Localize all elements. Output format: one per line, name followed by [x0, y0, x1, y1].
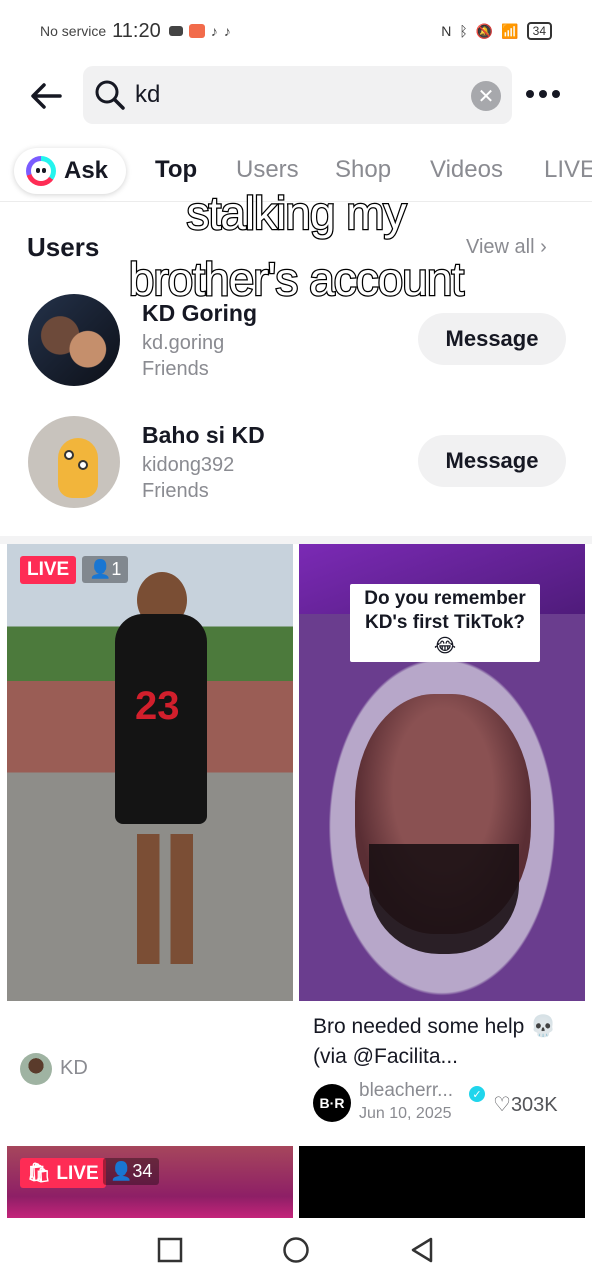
avatar[interactable]: [28, 416, 120, 508]
user-row[interactable]: Baho si KD kidong392 Friends Message: [0, 412, 592, 512]
overlay-caption-line-2: brother's account: [128, 252, 466, 307]
tab-top[interactable]: Top: [155, 156, 197, 184]
video-overlay-text: Do you remember KD's first TikTok? 😂: [350, 584, 540, 662]
status-bar: No service 11:20 ♪ ♪ N ᛒ 🔕 📶 34: [0, 0, 592, 62]
video-card-live-thumbnail[interactable]: 🛍 LIVE 👤34: [7, 1146, 293, 1218]
recents-square-icon[interactable]: [156, 1236, 184, 1264]
tab-videos[interactable]: Videos: [430, 156, 503, 184]
clock: 11:20: [112, 19, 161, 42]
tab-live[interactable]: LIVE: [544, 156, 592, 184]
tab-ask-label: Ask: [64, 157, 109, 184]
bluetooth-icon: ᛒ: [459, 23, 468, 39]
user-handle: kidong392: [142, 454, 235, 476]
tab-users[interactable]: Users: [236, 156, 299, 184]
close-circle-icon[interactable]: ✕: [471, 81, 501, 111]
video-description[interactable]: Bro needed some help 💀 (via @Facilita...: [313, 1012, 573, 1072]
message-button[interactable]: Message: [418, 313, 566, 365]
arrow-left-icon[interactable]: [26, 76, 66, 116]
message-button[interactable]: Message: [418, 435, 566, 487]
video-card-thumbnail[interactable]: Do you remember KD's first TikTok? 😂: [299, 544, 585, 1001]
home-circle-icon[interactable]: [282, 1236, 310, 1264]
carrier-text: No service: [40, 23, 107, 39]
tab-shop[interactable]: Shop: [335, 156, 391, 184]
search-input[interactable]: [135, 81, 455, 109]
heart-icon: ♡: [493, 1094, 511, 1116]
viewer-count: 1: [111, 559, 122, 579]
search-bar[interactable]: ✕: [83, 66, 512, 124]
search-icon: [95, 80, 125, 110]
battery-icon: 34: [526, 22, 552, 40]
user-handle: kd.goring: [142, 332, 225, 354]
live-label: LIVE: [56, 1163, 99, 1184]
app-notification-icon: [188, 24, 205, 38]
user-relation: Friends: [142, 358, 209, 380]
viewer-count-badge: 👤34: [103, 1158, 160, 1185]
video-icon: [168, 26, 183, 36]
viewer-count-badge: 👤1: [82, 556, 129, 583]
avatar[interactable]: [28, 294, 120, 386]
mute-icon: 🔕: [475, 22, 494, 39]
video-author: KD: [60, 1057, 88, 1079]
live-badge: 🛍 LIVE: [20, 1158, 106, 1188]
ask-logo-icon: [26, 156, 56, 186]
author-avatar[interactable]: B·R: [313, 1084, 351, 1122]
system-icons: N ᛒ 🔕 📶 34: [441, 22, 552, 40]
video-date: Jun 10, 2025: [359, 1105, 452, 1122]
notification-icons: ♪ ♪: [168, 23, 231, 39]
system-nav-bar: [0, 1218, 592, 1280]
more-dots-icon[interactable]: [526, 84, 566, 104]
video-card-live-thumbnail[interactable]: 23 LIVE 👤1: [7, 544, 293, 1001]
verified-badge-icon: ✓: [469, 1086, 485, 1102]
shopping-bag-icon: 🛍: [27, 1163, 52, 1184]
video-overlay-line-2: KD's first TikTok? 😂: [364, 612, 526, 657]
like-count[interactable]: ♡303K: [493, 1092, 558, 1117]
search-header: ✕: [0, 64, 592, 126]
user-name: Baho si KD: [142, 422, 265, 448]
video-author[interactable]: bleacherr...: [359, 1080, 453, 1102]
video-overlay-line-1: Do you remember: [364, 588, 526, 609]
tiktok-icon: ♪: [210, 23, 218, 39]
user-relation: Friends: [142, 480, 209, 502]
viewer-count: 34: [132, 1161, 153, 1181]
overlay-caption-line-1: stalking my: [185, 186, 408, 241]
wifi-icon: 📶: [501, 22, 519, 39]
live-badge: LIVE: [20, 556, 77, 584]
nfc-icon: N: [441, 23, 452, 39]
video-card-thumbnail[interactable]: [299, 1146, 585, 1218]
person-icon: 👤: [89, 559, 112, 579]
section-divider: [0, 536, 592, 544]
tiktok-icon: ♪: [223, 23, 231, 39]
like-count-value: 303K: [510, 1094, 558, 1116]
back-triangle-icon[interactable]: [408, 1236, 436, 1264]
person-icon: 👤: [110, 1161, 133, 1181]
avatar: [20, 1053, 52, 1085]
